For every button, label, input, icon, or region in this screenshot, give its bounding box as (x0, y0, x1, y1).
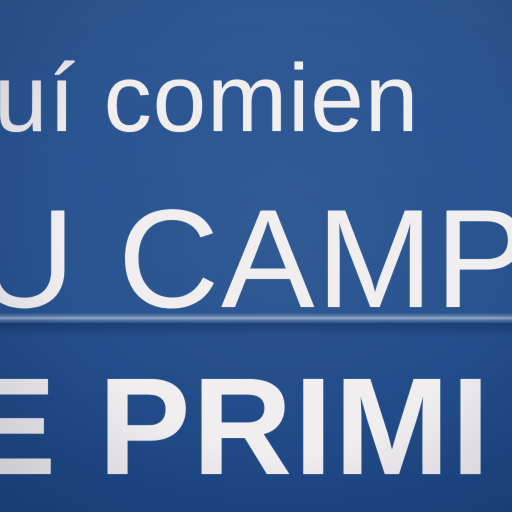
sign-text-line-1: uí comien (0, 45, 420, 152)
blue-sign: uí comien U CAMP E PRIMI (0, 0, 512, 512)
sign-text-line-3: E PRIMI (0, 350, 492, 504)
sign-text-line-2: U CAMP (0, 180, 512, 337)
